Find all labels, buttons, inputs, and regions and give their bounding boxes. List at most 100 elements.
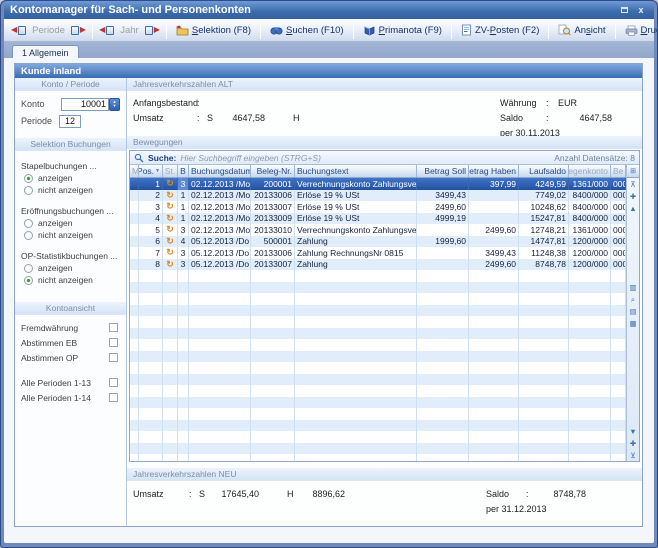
zv-posten-f2-button[interactable]: ZV-Posten (F2) bbox=[455, 21, 545, 39]
table-row[interactable]: 8↻305.12.2013 /Do20133007Zahlung2499,608… bbox=[130, 259, 626, 271]
restore-icon[interactable] bbox=[617, 4, 631, 16]
checkbox-row[interactable]: Abstimmen EB bbox=[15, 335, 126, 350]
checkbox-row[interactable]: Abstimmen OP bbox=[15, 350, 126, 365]
cell-b: 1 bbox=[178, 201, 189, 213]
cell-be: 000 bbox=[611, 247, 626, 259]
cell-haben: 3499,43 bbox=[469, 247, 519, 259]
table-row[interactable]: 5↻302.12.2013 /Mo20133010Verrechnungskon… bbox=[130, 224, 626, 236]
neu-saldo-label: Saldo bbox=[486, 489, 526, 499]
column-header-pos[interactable]: Pos. bbox=[139, 165, 163, 177]
table-row[interactable]: 4↻102.12.2013 /Mo20133009Erlöse 19 % USt… bbox=[130, 213, 626, 225]
checkbox[interactable] bbox=[109, 393, 118, 402]
radio-option[interactable]: anzeigen bbox=[15, 172, 126, 184]
radio-button[interactable] bbox=[24, 174, 33, 183]
column-chooser-icon[interactable]: ⊞ bbox=[627, 165, 639, 178]
empty-cell bbox=[611, 351, 626, 363]
scroll-first-icon[interactable]: ⊼ bbox=[627, 178, 639, 190]
checkbox[interactable] bbox=[109, 353, 118, 362]
tab-allgemein[interactable]: 1 Allgemein bbox=[12, 45, 79, 59]
search-row-icon[interactable]: ⌕ bbox=[627, 294, 639, 306]
column-header-b[interactable]: B bbox=[178, 165, 189, 177]
column-header-datum[interactable]: Buchungsdatum bbox=[189, 165, 251, 177]
empty-cell bbox=[130, 328, 139, 340]
empty-cell bbox=[251, 293, 295, 305]
column-header-m[interactable]: M bbox=[130, 165, 139, 177]
empty-cell bbox=[130, 316, 139, 328]
radio-option[interactable]: nicht anzeigen bbox=[15, 274, 126, 286]
column-header-beleg[interactable]: Beleg-Nr. bbox=[251, 165, 295, 177]
radio-option[interactable]: nicht anzeigen bbox=[15, 184, 126, 196]
prev-periode-button[interactable]: ◀ bbox=[11, 26, 26, 35]
selektion-f8-button[interactable]: Selektion (F8) bbox=[170, 22, 257, 39]
empty-cell bbox=[295, 431, 417, 443]
search-label: Suche: bbox=[148, 153, 176, 163]
checkbox-row[interactable]: Fremdwährung bbox=[15, 320, 126, 335]
detail-view-icon[interactable]: ▤ bbox=[627, 306, 639, 318]
scroll-prev-icon[interactable]: ▲ bbox=[627, 202, 639, 214]
cell-text: Zahlung RechnungsNr 0815 bbox=[295, 247, 417, 259]
table-row[interactable]: 6↻405.12.2013 /Do500001Zahlung1999,60147… bbox=[130, 236, 626, 248]
radio-option[interactable]: anzeigen bbox=[15, 217, 126, 229]
prev-jahr-button[interactable]: ◀ bbox=[99, 26, 114, 35]
checkbox[interactable] bbox=[109, 338, 118, 347]
empty-cell bbox=[519, 408, 569, 420]
empty-cell bbox=[417, 397, 469, 409]
scroll-next-icon[interactable]: ▼ bbox=[627, 425, 639, 437]
next-jahr-button[interactable]: ▶ bbox=[145, 26, 160, 35]
ansicht-button[interactable]: Ansicht bbox=[552, 21, 611, 39]
periode-input[interactable]: 12 bbox=[59, 115, 81, 128]
radio-button[interactable] bbox=[24, 264, 33, 273]
table-row[interactable]: 1↻302.12.2013 /Mo200001Verrechnungskonto… bbox=[130, 178, 626, 190]
empty-cell bbox=[569, 270, 611, 282]
konto-input[interactable]: 10001 bbox=[61, 98, 109, 111]
column-header-lauf[interactable]: Laufsaldo bbox=[519, 165, 569, 177]
empty-cell bbox=[569, 408, 611, 420]
next-periode-button[interactable]: ▶ bbox=[71, 26, 86, 35]
radio-button[interactable] bbox=[24, 231, 33, 240]
radio-option[interactable]: anzeigen bbox=[15, 262, 126, 274]
append-row-icon[interactable]: ✚ bbox=[627, 437, 639, 449]
column-header-st[interactable]: St. bbox=[163, 165, 178, 177]
insert-row-icon[interactable]: ✚ bbox=[627, 190, 639, 202]
radio-option[interactable]: nicht anzeigen bbox=[15, 229, 126, 241]
selection-icon bbox=[176, 25, 189, 36]
empty-cell bbox=[189, 443, 251, 455]
checkbox[interactable] bbox=[109, 323, 118, 332]
empty-row bbox=[130, 351, 626, 363]
column-header-gegen[interactable]: Gegenkonto bbox=[569, 165, 611, 177]
close-icon[interactable]: x bbox=[634, 4, 648, 16]
checkbox-row[interactable]: Alle Perioden 1-14 bbox=[15, 390, 126, 405]
primanota-f9-button[interactable]: Primanota (F9) bbox=[357, 22, 448, 39]
konto-spinner[interactable]: ▲▼ bbox=[109, 98, 120, 111]
cell-b: 4 bbox=[178, 236, 189, 248]
suchen-f10-button[interactable]: Suchen (F10) bbox=[264, 22, 350, 39]
summary-view-icon[interactable]: ▦ bbox=[627, 318, 639, 330]
empty-cell bbox=[178, 420, 189, 432]
column-header-haben[interactable]: Betrag Haben bbox=[469, 165, 519, 177]
table-row[interactable]: 2↻102.12.2013 /Mo20133006Erlöse 19 % USt… bbox=[130, 190, 626, 202]
cell-text: Verrechnungskonto Zahlungsverkehr bbox=[295, 178, 417, 190]
empty-cell bbox=[295, 397, 417, 409]
table-row[interactable]: 3↻102.12.2013 /Mo20133007Erlöse 19 % USt… bbox=[130, 201, 626, 213]
cell-datum: 02.12.2013 /Mo bbox=[189, 224, 251, 236]
scroll-last-icon[interactable]: ⊻ bbox=[627, 449, 639, 461]
column-header-soll[interactable]: Betrag Soll bbox=[417, 165, 469, 177]
radio-button[interactable] bbox=[24, 186, 33, 195]
radio-button[interactable] bbox=[24, 219, 33, 228]
cell-datum: 05.12.2013 /Do bbox=[189, 247, 251, 259]
periode-label: Periode bbox=[21, 116, 59, 126]
cell-b: 3 bbox=[178, 247, 189, 259]
empty-cell bbox=[189, 362, 251, 374]
checkbox[interactable] bbox=[109, 378, 118, 387]
column-header-be[interactable]: Be bbox=[611, 165, 626, 177]
empty-cell bbox=[417, 443, 469, 455]
radio-button[interactable] bbox=[24, 276, 33, 285]
empty-cell bbox=[295, 420, 417, 432]
columns-icon[interactable]: ▥ bbox=[627, 282, 639, 294]
konto-label: Konto bbox=[21, 99, 59, 109]
column-header-text[interactable]: Buchungstext bbox=[295, 165, 417, 177]
grid-search-bar[interactable]: Suche: Hier Suchbegriff eingeben (STRG+S… bbox=[130, 151, 639, 165]
checkbox-row[interactable]: Alle Perioden 1-13 bbox=[15, 375, 126, 390]
drucken-button[interactable]: Drucken bbox=[619, 22, 658, 39]
table-row[interactable]: 7↻305.12.2013 /Do20133006Zahlung Rechnun… bbox=[130, 247, 626, 259]
